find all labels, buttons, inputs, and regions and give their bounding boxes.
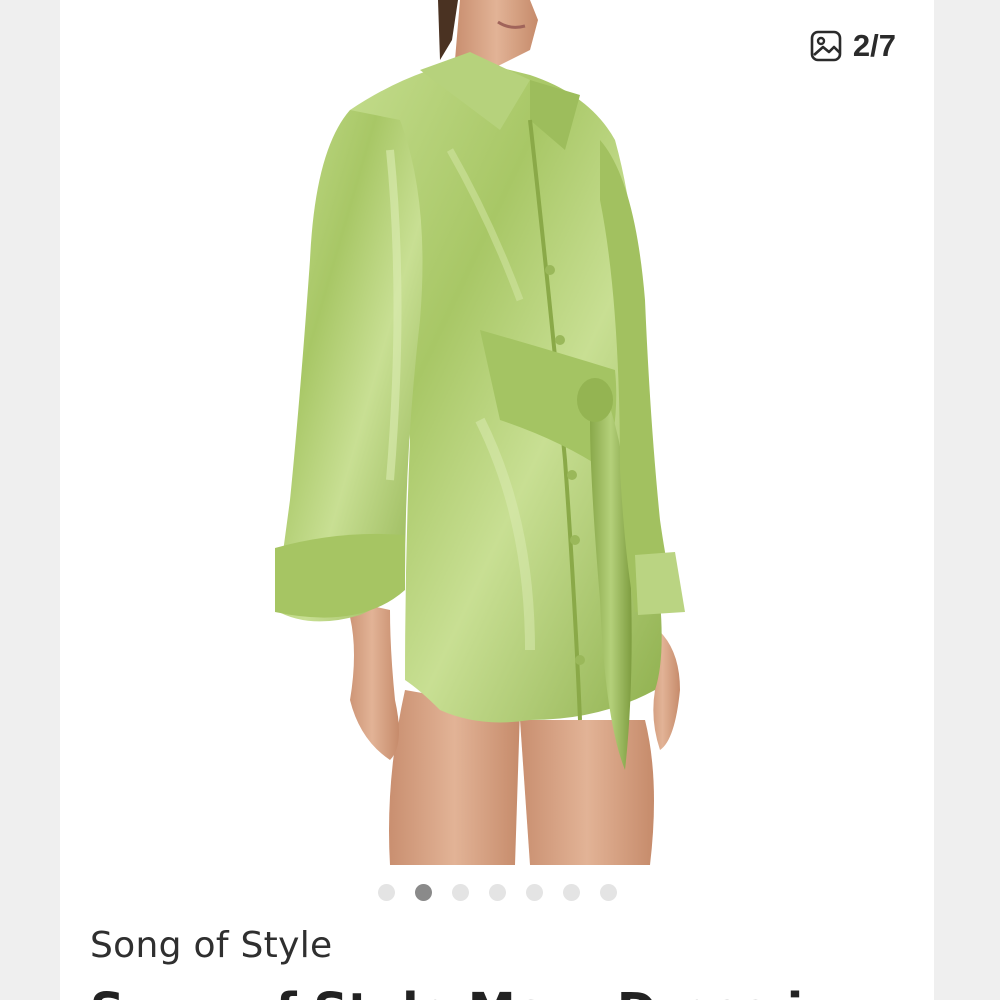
carousel-dot[interactable] xyxy=(377,884,395,901)
left-margin xyxy=(0,0,60,1000)
image-counter: 2/7 xyxy=(809,28,896,64)
dress-illustration xyxy=(275,0,685,865)
carousel-dot[interactable] xyxy=(488,884,506,901)
right-leg xyxy=(520,720,654,865)
left-cuff xyxy=(275,533,405,618)
brand-name[interactable]: Song of Style xyxy=(90,925,332,966)
listing-card: 2/7 Song of Style Song of Style Marc Dre… xyxy=(60,0,934,1000)
carousel-dot[interactable] xyxy=(451,884,469,901)
carousel-dot[interactable] xyxy=(599,884,617,901)
carousel-dot[interactable] xyxy=(525,884,543,901)
carousel-dots xyxy=(60,884,934,901)
left-hand xyxy=(345,600,399,760)
listing-title: Song of Style Marc Dress in xyxy=(90,983,837,1000)
right-margin xyxy=(934,0,1000,1000)
hair xyxy=(438,0,458,60)
image-icon xyxy=(809,29,843,63)
product-photo[interactable]: 2/7 xyxy=(60,0,934,870)
carousel-dot[interactable] xyxy=(562,884,580,901)
image-counter-text: 2/7 xyxy=(852,28,896,63)
carousel-dot-active[interactable] xyxy=(414,884,432,901)
right-cuff xyxy=(635,552,685,615)
